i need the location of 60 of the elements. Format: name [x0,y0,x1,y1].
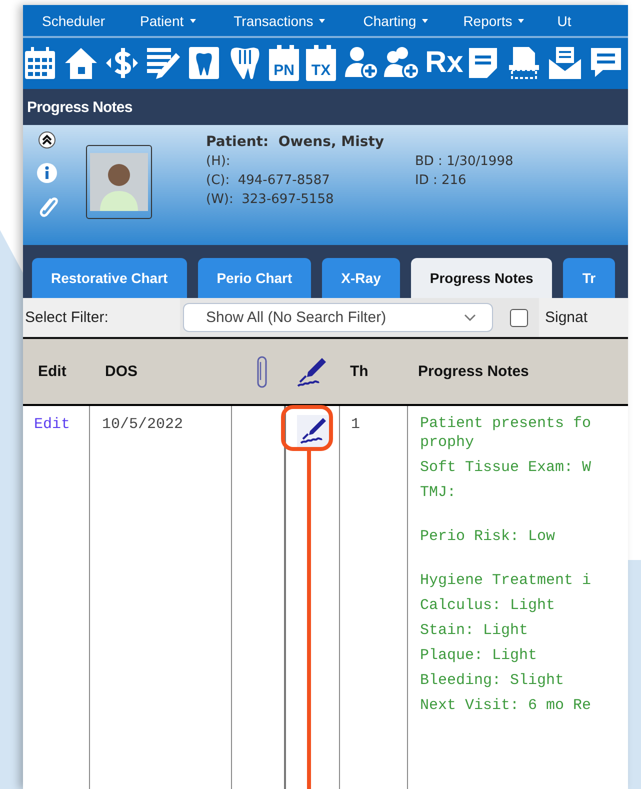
tab[interactable]: X-Ray [322,258,400,298]
tooth-number: 1 [351,416,360,433]
tab[interactable]: Tr [563,258,615,298]
tab[interactable]: Restorative Chart [32,258,187,298]
tab[interactable]: Perio Chart [198,258,312,298]
collapse-icon[interactable] [38,131,56,149]
tab[interactable]: Progress Notes [410,258,552,298]
pen-signature-icon [296,356,328,388]
chevron-down-icon [464,314,476,321]
patient-info-field: BD : 1/30/1998 [415,152,514,171]
menu-item[interactable]: Patient [140,12,196,28]
people-add-icon[interactable] [384,44,418,80]
note-text: Plaque: Light [420,646,538,665]
column-header: Progress Notes [417,362,530,382]
note-text: Calculus: Light [420,596,556,615]
phone-label: (H): [206,153,232,171]
tooth-icon[interactable] [228,44,262,80]
menu-item[interactable]: Scheduler [42,12,106,28]
menu-item[interactable]: Reports [463,12,524,28]
info-icon[interactable] [37,163,57,183]
note-text: Patient presents fo prophy [420,414,592,452]
phone-field: (W): 323-697-5158 [206,190,415,209]
document-icon[interactable] [507,44,541,80]
person-add-icon[interactable] [343,44,377,80]
note-text: Hygiene Treatment i [420,571,592,590]
menu-item[interactable]: Charting [363,12,428,28]
note-text: Stain: Light [420,621,530,640]
note-text: Bleeding: Slight [420,671,566,690]
phone-field: (C): 494-677-8587 [206,171,415,190]
caret-icon [422,18,428,22]
highlight-callout [281,405,333,451]
column-header: Edit [37,362,68,382]
filter-dropdown[interactable]: Show All (No Search Filter) [183,303,493,332]
note-text: Soft Tissue Exam: W [420,458,592,477]
caret-icon [518,18,524,22]
edit-link[interactable]: Edit [34,416,70,433]
column-header: Th [349,362,370,382]
filter-label: Select Filter: [25,309,110,326]
menu-item[interactable]: Ut [557,12,572,28]
envelope-icon[interactable] [548,44,582,80]
caret-icon [319,18,326,22]
pen-signature-icon[interactable] [296,415,328,447]
note-text: Next Visit: 6 mo Re [420,696,592,715]
menu-item[interactable]: Transactions [234,12,326,28]
paperclip-icon [256,356,268,388]
avatar-silhouette [90,153,148,211]
column-header: DOS [104,362,139,382]
note-text: Perio Risk: Low [420,527,556,546]
calendar-icon[interactable] [23,44,57,80]
tooth-icon[interactable] [187,44,221,80]
patient-name: Patient: Owens, Misty [206,134,386,150]
note-text: TMJ: [420,483,458,502]
date-cell: 10/5/2022 [102,416,184,433]
checkbox-label: Signat [545,309,588,326]
window-title: Progress Notes [27,98,132,116]
caret-icon [190,18,196,22]
toolbar-button[interactable]: TX [306,44,336,80]
patient-info-field: ID : 216 [415,171,514,190]
checkbox[interactable] [510,308,528,326]
toolbar-button[interactable]: PN [269,44,299,80]
